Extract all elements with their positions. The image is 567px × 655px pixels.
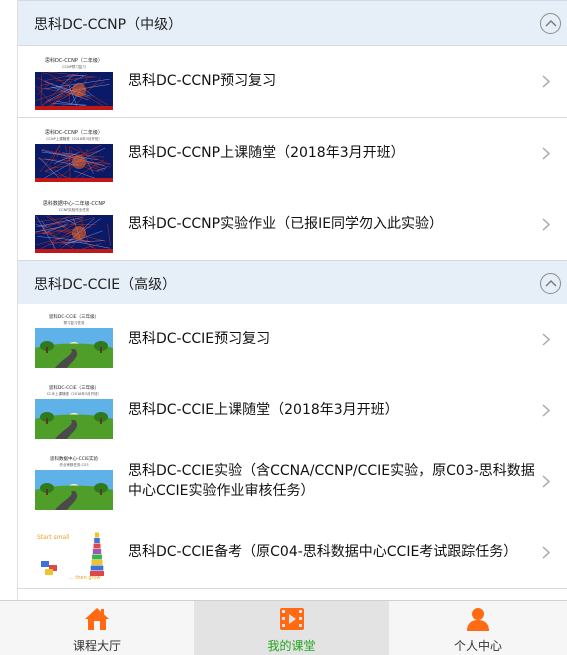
- course-title: 思科DC-CCIE上课随堂（2018年3月开班）: [128, 402, 399, 418]
- chevron-up-circle-icon[interactable]: [540, 13, 561, 34]
- chevron-right-icon: [542, 218, 550, 231]
- course-thumbnail: 思科DC-CCNP（二年级） CCNP预习复习: [35, 54, 113, 110]
- svg-text:思科DC-CCIE（三年级）: 思科DC-CCIE（三年级）: [49, 384, 99, 391]
- course-thumbnail: 思科DC-CCIE（三年级） CCIE上课随堂（2018年3月开班）: [35, 383, 113, 439]
- chevron-up-circle-icon[interactable]: [540, 273, 561, 294]
- course-title: 思科DC-CCIE备考（原C04-思科数据中心CCIE考试跟踪任务）: [128, 544, 518, 560]
- svg-text:思科DC-CCNP（二年级）: 思科DC-CCNP（二年级）: [45, 129, 103, 136]
- course-thumbnail: 思科数据中心-二年级-CCNP CCNP实验作业任务: [35, 197, 113, 253]
- svg-text:CCNP预习复习: CCNP预习复习: [62, 64, 86, 69]
- home-icon: [85, 608, 109, 630]
- svg-text:CCNP上课随堂（2018年3月开班）: CCNP上课随堂（2018年3月开班）: [46, 136, 102, 141]
- tab-course-hall[interactable]: 课程大厅: [0, 601, 194, 655]
- person-icon: [467, 608, 489, 631]
- course-thumbnail: Start small... then grow: [35, 525, 113, 581]
- course-list: 思科DC-CCNP（中级） 思科DC-CCNP（二年级） CCNP预习复习 思科D…: [17, 0, 567, 600]
- svg-text:作业审核任务-C03: 作业审核任务-C03: [59, 462, 88, 467]
- list-item[interactable]: 思科DC-CCIE（三年级） CCIE上课随堂（2018年3月开班） 思科DC-C…: [18, 375, 567, 447]
- svg-text:预习复习任务: 预习复习任务: [64, 320, 85, 325]
- chevron-right-icon: [542, 404, 550, 417]
- list-item[interactable]: 思科数据中心-CCIE实验 作业审核任务-C03 思科DC-CCIE实验（含CCN…: [18, 446, 567, 518]
- svg-text:思科DC-CCNP（二年级）: 思科DC-CCNP（二年级）: [45, 57, 103, 64]
- svg-text:CCNP实验作业任务: CCNP实验作业任务: [59, 207, 90, 212]
- film-icon: [279, 608, 304, 630]
- chevron-right-icon: [542, 75, 550, 88]
- app-screen: 思科DC-CCNP（中级） 思科DC-CCNP（二年级） CCNP预习复习 思科D…: [0, 0, 567, 655]
- chevron-right-icon: [542, 546, 550, 559]
- list-item[interactable]: 思科DC-CCNP（二年级） CCNP上课随堂（2018年3月开班） 思科DC-C…: [18, 118, 567, 190]
- section-header-ccie[interactable]: 思科DC-CCIE（高级）: [18, 260, 567, 306]
- course-thumbnail: 思科DC-CCNP（二年级） CCNP上课随堂（2018年3月开班）: [35, 126, 113, 182]
- tab-personal-center[interactable]: 个人中心: [389, 601, 567, 655]
- section-title: 思科DC-CCNP（中级）: [34, 17, 183, 33]
- course-title: 思科DC-CCIE预习复习: [128, 331, 271, 347]
- tab-label: 个人中心: [453, 639, 502, 653]
- list-item[interactable]: 思科数据中心-二年级-CCNP CCNP实验作业任务 思科DC-CCNP实验作业（…: [18, 189, 567, 261]
- list-item[interactable]: 思科DC-CCNP（二年级） CCNP预习复习 思科DC-CCNP预习复习: [18, 46, 567, 118]
- bottom-tab-bar: 课程大厅 我的课堂 个人中心: [0, 600, 567, 655]
- svg-text:思科数据中心-CCIE实验: 思科数据中心-CCIE实验: [50, 455, 99, 462]
- course-title: 思科DC-CCIE实验（含CCNA/CCNP/CCIE实验，原C03-思科数据中…: [128, 463, 535, 499]
- section-header-ccnp[interactable]: 思科DC-CCNP（中级）: [18, 0, 567, 46]
- course-title: 思科DC-CCNP预习复习: [128, 73, 277, 89]
- svg-text:CCIE上课随堂（2018年3月开班）: CCIE上课随堂（2018年3月开班）: [47, 391, 101, 396]
- list-item[interactable]: 思科DC-CCIE（三年级） 预习复习任务 思科DC-CCIE预习复习: [18, 304, 567, 376]
- chevron-right-icon: [542, 475, 550, 488]
- tab-label: 我的课堂: [267, 639, 316, 653]
- svg-text:思科数据中心-二年级-CCNP: 思科数据中心-二年级-CCNP: [43, 200, 105, 207]
- section-title: 思科DC-CCIE（高级）: [34, 277, 177, 293]
- svg-text:Start small: Start small: [37, 534, 70, 541]
- course-title: 思科DC-CCNP上课随堂（2018年3月开班）: [128, 145, 405, 161]
- svg-text:思科DC-CCIE（三年级）: 思科DC-CCIE（三年级）: [49, 313, 99, 320]
- course-title: 思科DC-CCNP实验作业（已报IE同学勿入此实验）: [128, 216, 444, 232]
- tab-label: 课程大厅: [72, 639, 121, 653]
- tab-my-class[interactable]: 我的课堂: [194, 601, 389, 655]
- chevron-right-icon: [542, 333, 550, 346]
- list-item[interactable]: Start small... then grow 思科DC-CCIE备考（原C0…: [18, 517, 567, 589]
- chevron-right-icon: [542, 147, 550, 160]
- course-thumbnail: 思科DC-CCIE（三年级） 预习复习任务: [35, 312, 113, 368]
- course-thumbnail: 思科数据中心-CCIE实验 作业审核任务-C03: [35, 454, 113, 510]
